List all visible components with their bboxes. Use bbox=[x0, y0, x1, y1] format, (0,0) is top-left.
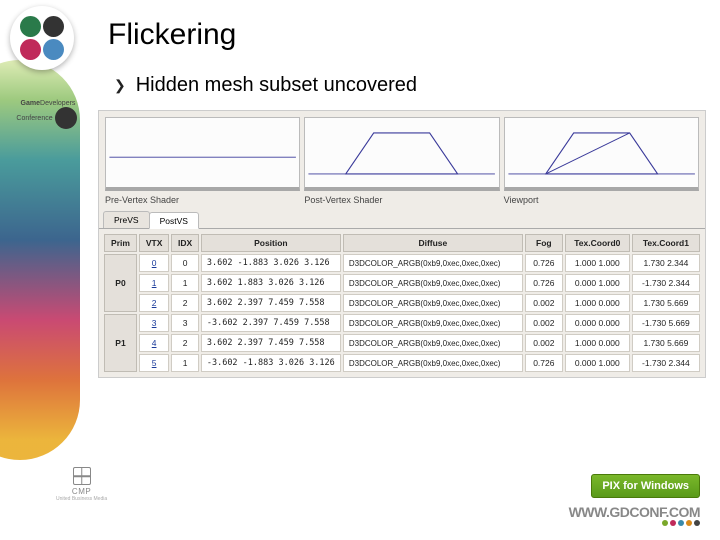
table-row[interactable]: 51-3.602 -1.883 3.026 3.126D3DCOLOR_ARGB… bbox=[104, 354, 700, 372]
chevron-right-icon: ❯ bbox=[114, 77, 126, 94]
viewport-post-vertex: Post-Vertex Shader bbox=[304, 117, 499, 205]
col-tc0[interactable]: Tex.Coord0 bbox=[565, 234, 630, 252]
table-row[interactable]: 223.602 2.397 7.459 7.558D3DCOLOR_ARGB(0… bbox=[104, 294, 700, 312]
bullet-item: ❯ Hidden mesh subset uncovered bbox=[114, 74, 417, 97]
vtx-link[interactable]: 3 bbox=[152, 318, 157, 328]
cmp-text: CMP bbox=[72, 487, 91, 496]
viewport-label: Post-Vertex Shader bbox=[304, 191, 499, 205]
gdconf-url: WWW.GDCONF.COM bbox=[569, 504, 700, 520]
col-diffuse[interactable]: Diffuse bbox=[343, 234, 523, 252]
col-fog[interactable]: Fog bbox=[525, 234, 563, 252]
pix-for-windows-badge: PIX for Windows bbox=[591, 474, 700, 498]
tab-prevs[interactable]: PreVS bbox=[103, 211, 150, 228]
table-row[interactable]: 113.602 1.883 3.026 3.126D3DCOLOR_ARGB(0… bbox=[104, 274, 700, 292]
quatrefoil-logo bbox=[10, 6, 74, 70]
cmp-logo-block: CMP United Business Media bbox=[56, 467, 107, 502]
footer-dots bbox=[662, 520, 700, 526]
col-prim[interactable]: Prim bbox=[104, 234, 137, 252]
viewport-label: Viewport bbox=[504, 191, 699, 205]
debugger-panel: Pre-Vertex Shader Post-Vertex Shader Vie… bbox=[98, 110, 706, 378]
prim-cell: P1 bbox=[104, 314, 137, 372]
table-row[interactable]: P0003.602 -1.883 3.026 3.126D3DCOLOR_ARG… bbox=[104, 254, 700, 272]
col-tc1[interactable]: Tex.Coord1 bbox=[632, 234, 700, 252]
viewport-row: Pre-Vertex Shader Post-Vertex Shader Vie… bbox=[99, 111, 705, 207]
gdc-conference-logo: GameDevelopersConference bbox=[8, 100, 88, 129]
decorative-stripe: GameDevelopersConference bbox=[0, 0, 90, 540]
table-row[interactable]: 423.602 2.397 7.459 7.558D3DCOLOR_ARGB(0… bbox=[104, 334, 700, 352]
tab-row: PreVS PostVS bbox=[99, 211, 705, 229]
vtx-link[interactable]: 4 bbox=[152, 338, 157, 348]
vtx-link[interactable]: 1 bbox=[152, 278, 157, 288]
tab-postvs[interactable]: PostVS bbox=[149, 212, 199, 229]
table-row[interactable]: P133-3.602 2.397 7.459 7.558D3DCOLOR_ARG… bbox=[104, 314, 700, 332]
vtx-link[interactable]: 0 bbox=[152, 258, 157, 268]
vertex-data-table: Prim VTX IDX Position Diffuse Fog Tex.Co… bbox=[99, 229, 705, 377]
col-vtx[interactable]: VTX bbox=[139, 234, 169, 252]
slide-title: Flickering bbox=[108, 18, 236, 52]
cmp-subtext: United Business Media bbox=[56, 496, 107, 502]
footer-right: PIX for Windows WWW.GDCONF.COM bbox=[569, 474, 700, 520]
vtx-link[interactable]: 5 bbox=[152, 358, 157, 368]
vtx-link[interactable]: 2 bbox=[152, 298, 157, 308]
cmp-icon bbox=[73, 467, 91, 485]
bullet-text: Hidden mesh subset uncovered bbox=[136, 74, 417, 97]
col-idx[interactable]: IDX bbox=[171, 234, 199, 252]
viewport-final: Viewport bbox=[504, 117, 699, 205]
viewport-pre-vertex: Pre-Vertex Shader bbox=[105, 117, 300, 205]
viewport-label: Pre-Vertex Shader bbox=[105, 191, 300, 205]
col-position[interactable]: Position bbox=[201, 234, 341, 252]
prim-cell: P0 bbox=[104, 254, 137, 312]
